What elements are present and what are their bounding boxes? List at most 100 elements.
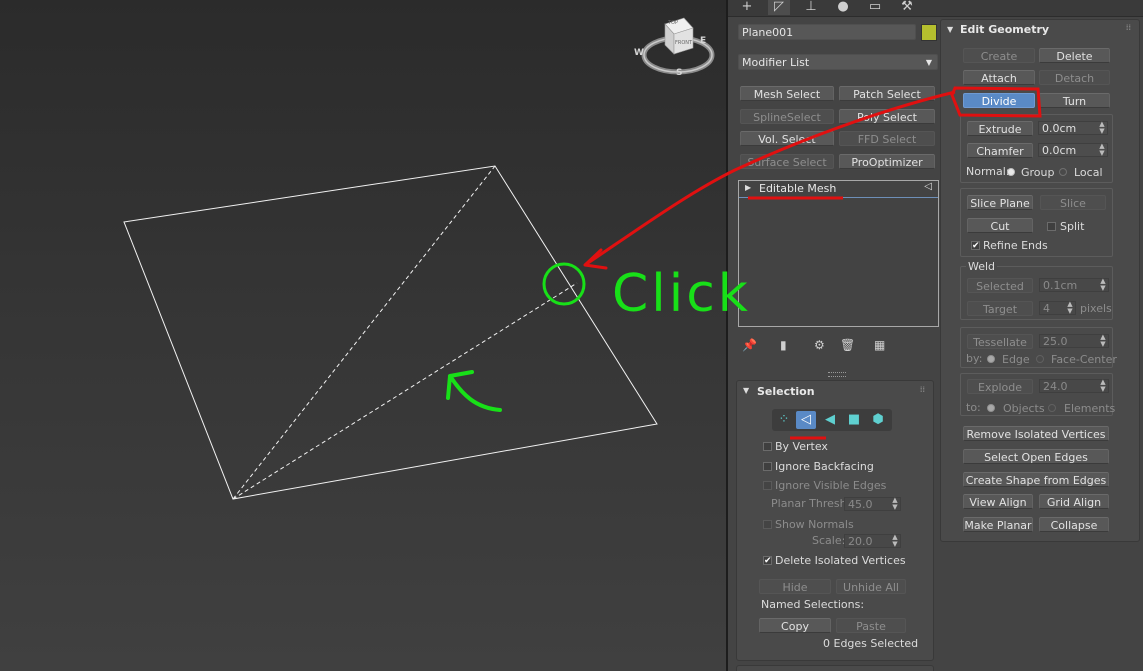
display-icon[interactable]: ▭ xyxy=(864,0,886,15)
stack-item-editable-mesh[interactable]: ▶ Editable Mesh ◁ xyxy=(739,181,938,198)
attach-button[interactable]: Attach xyxy=(963,70,1035,85)
configure-modifier-sets-icon[interactable]: ▦ xyxy=(874,339,885,351)
selection-rollout-title[interactable]: Selection xyxy=(757,385,815,398)
collapse-button[interactable]: Collapse xyxy=(1039,517,1109,532)
soft-selection-rollout[interactable] xyxy=(736,665,934,671)
refine-ends-checkbox[interactable]: ✔ xyxy=(971,241,980,251)
detach-button[interactable]: Detach xyxy=(1039,70,1110,85)
rollout-grip-icon[interactable]: ⁞⁞ xyxy=(920,385,925,394)
by-vertex-checkbox[interactable] xyxy=(763,442,772,451)
object-color-swatch[interactable] xyxy=(921,24,937,41)
create-icon[interactable]: + xyxy=(736,0,758,15)
normal-group-radio[interactable] xyxy=(1007,168,1015,176)
object-name-field[interactable]: Plane001 xyxy=(738,24,916,40)
remove-isolated-vertices-button[interactable]: Remove Isolated Vertices xyxy=(963,426,1109,441)
pin-stack-icon[interactable]: 📌 xyxy=(742,339,757,351)
viewport-canvas[interactable] xyxy=(0,0,726,671)
planar-thresh-label: Planar Thresh: xyxy=(771,497,851,510)
ignore-backfacing-checkbox[interactable] xyxy=(763,462,772,471)
surface-select-button[interactable]: Surface Select xyxy=(740,154,834,169)
vol-select-button[interactable]: Vol. Select xyxy=(740,131,834,146)
spinner-arrows-icon[interactable]: ▲ ▼ xyxy=(892,497,898,511)
remove-modifier-icon[interactable]: 🗑 xyxy=(840,339,855,351)
spinner-arrows-icon[interactable]: ▲ ▼ xyxy=(1100,379,1106,393)
hierarchy-icon[interactable]: ⊥ xyxy=(800,0,822,15)
cut-button[interactable]: Cut xyxy=(967,218,1033,233)
rollout-grip-icon[interactable]: ⁞⁞ xyxy=(1126,23,1131,32)
panel-splitter[interactable] xyxy=(828,372,846,377)
planar-thresh-spinner[interactable]: 45.0 ▲ ▼ xyxy=(844,497,901,511)
spinner-arrows-icon[interactable]: ▲ ▼ xyxy=(1100,334,1106,348)
ignore-visible-edges-checkbox[interactable] xyxy=(763,481,772,490)
spinner-arrows-icon[interactable]: ▲ ▼ xyxy=(1100,278,1106,292)
prooptimizer-button[interactable]: ProOptimizer xyxy=(839,154,935,169)
weld-selected-button[interactable]: Selected xyxy=(967,278,1033,293)
vertex-level-icon[interactable]: ⁘ xyxy=(774,411,794,429)
view-align-button[interactable]: View Align xyxy=(963,494,1033,509)
viewcube[interactable]: TOP FRONT W E S xyxy=(634,14,715,80)
show-end-result-icon[interactable]: ▮ xyxy=(780,339,787,351)
make-unique-icon[interactable]: ⚙ xyxy=(814,339,825,351)
patch-select-button[interactable]: Patch Select xyxy=(839,86,935,101)
extrude-button[interactable]: Extrude xyxy=(967,121,1033,136)
divide-button[interactable]: Divide xyxy=(963,93,1035,108)
motion-icon[interactable]: ● xyxy=(832,0,854,15)
rollout-collapse-icon[interactable]: ▼ xyxy=(947,25,953,34)
create-shape-from-edges-button[interactable]: Create Shape from Edges xyxy=(963,472,1109,487)
explode-objects-radio[interactable] xyxy=(987,404,995,412)
slice-plane-button[interactable]: Slice Plane xyxy=(967,195,1033,210)
poly-select-button[interactable]: Poly Select xyxy=(839,109,935,124)
ffd-select-button[interactable]: FFD Select xyxy=(839,131,935,146)
spinner-arrows-icon[interactable]: ▲ ▼ xyxy=(1099,143,1105,157)
expand-triangle-icon[interactable]: ▶ xyxy=(745,183,751,192)
slice-button[interactable]: Slice xyxy=(1040,195,1106,210)
tessellate-button[interactable]: Tessellate xyxy=(967,334,1033,349)
delete-isolated-checkbox[interactable]: ✔ xyxy=(763,556,772,566)
hidden-edge-to-point[interactable] xyxy=(232,282,578,500)
explode-elements-radio[interactable] xyxy=(1048,404,1056,412)
edit-geometry-title[interactable]: Edit Geometry xyxy=(960,23,1049,36)
face-level-icon[interactable]: ◀ xyxy=(820,411,840,429)
explode-spinner[interactable]: 24.0 ▲ ▼ xyxy=(1039,379,1109,393)
polygon-level-icon[interactable]: ■ xyxy=(844,411,864,429)
scale-spinner[interactable]: 20.0 ▲ ▼ xyxy=(844,534,901,548)
extrude-spinner[interactable]: 0.0cm ▲ ▼ xyxy=(1038,121,1108,135)
hide-button[interactable]: Hide xyxy=(759,579,831,594)
show-normals-checkbox[interactable] xyxy=(763,520,772,529)
hidden-edge-diagonal[interactable] xyxy=(232,165,496,500)
perspective-viewport[interactable]: TOP FRONT W E S xyxy=(0,0,726,671)
tessellate-spinner[interactable]: 25.0 ▲ ▼ xyxy=(1039,334,1109,348)
spinner-arrows-icon[interactable]: ▲ ▼ xyxy=(1067,301,1073,315)
element-level-icon[interactable]: ⬢ xyxy=(868,411,888,429)
modifier-list-dropdown[interactable]: Modifier List ▼ xyxy=(738,54,938,70)
spline-select-button[interactable]: SplineSelect xyxy=(740,109,834,124)
split-checkbox[interactable] xyxy=(1047,222,1056,231)
normal-local-radio[interactable] xyxy=(1059,168,1067,176)
copy-button[interactable]: Copy xyxy=(759,618,831,633)
select-open-edges-button[interactable]: Select Open Edges xyxy=(963,449,1109,464)
spinner-arrows-icon[interactable]: ▲ ▼ xyxy=(892,534,898,548)
turn-button[interactable]: Turn xyxy=(1039,93,1110,108)
chamfer-spinner[interactable]: 0.0cm ▲ ▼ xyxy=(1038,143,1108,157)
edge-level-icon[interactable]: ◁ xyxy=(796,411,816,429)
tessellate-edge-radio[interactable] xyxy=(987,355,995,363)
create-button[interactable]: Create xyxy=(963,48,1035,63)
grid-align-button[interactable]: Grid Align xyxy=(1039,494,1109,509)
make-planar-button[interactable]: Make Planar xyxy=(963,517,1033,532)
spinner-arrows-icon[interactable]: ▲ ▼ xyxy=(1099,121,1105,135)
explode-button[interactable]: Explode xyxy=(967,379,1033,394)
paste-button[interactable]: Paste xyxy=(836,618,906,633)
tessellate-face-center-radio[interactable] xyxy=(1036,355,1044,363)
utilities-icon[interactable]: ⚒ xyxy=(896,0,918,15)
chamfer-button[interactable]: Chamfer xyxy=(967,143,1033,158)
weld-threshold-spinner[interactable]: 0.1cm ▲ ▼ xyxy=(1039,278,1109,292)
unhide-all-button[interactable]: Unhide All xyxy=(836,579,906,594)
modify-icon[interactable]: ◸ xyxy=(768,0,790,15)
modifier-stack[interactable]: ▶ Editable Mesh ◁ xyxy=(738,180,939,327)
plane-mesh-outline[interactable] xyxy=(123,165,658,500)
rollout-collapse-icon[interactable]: ▼ xyxy=(743,386,749,395)
weld-target-button[interactable]: Target xyxy=(967,301,1033,316)
weld-target-spinner[interactable]: 4 ▲ ▼ xyxy=(1039,301,1076,315)
delete-button[interactable]: Delete xyxy=(1039,48,1110,63)
mesh-select-button[interactable]: Mesh Select xyxy=(740,86,834,101)
